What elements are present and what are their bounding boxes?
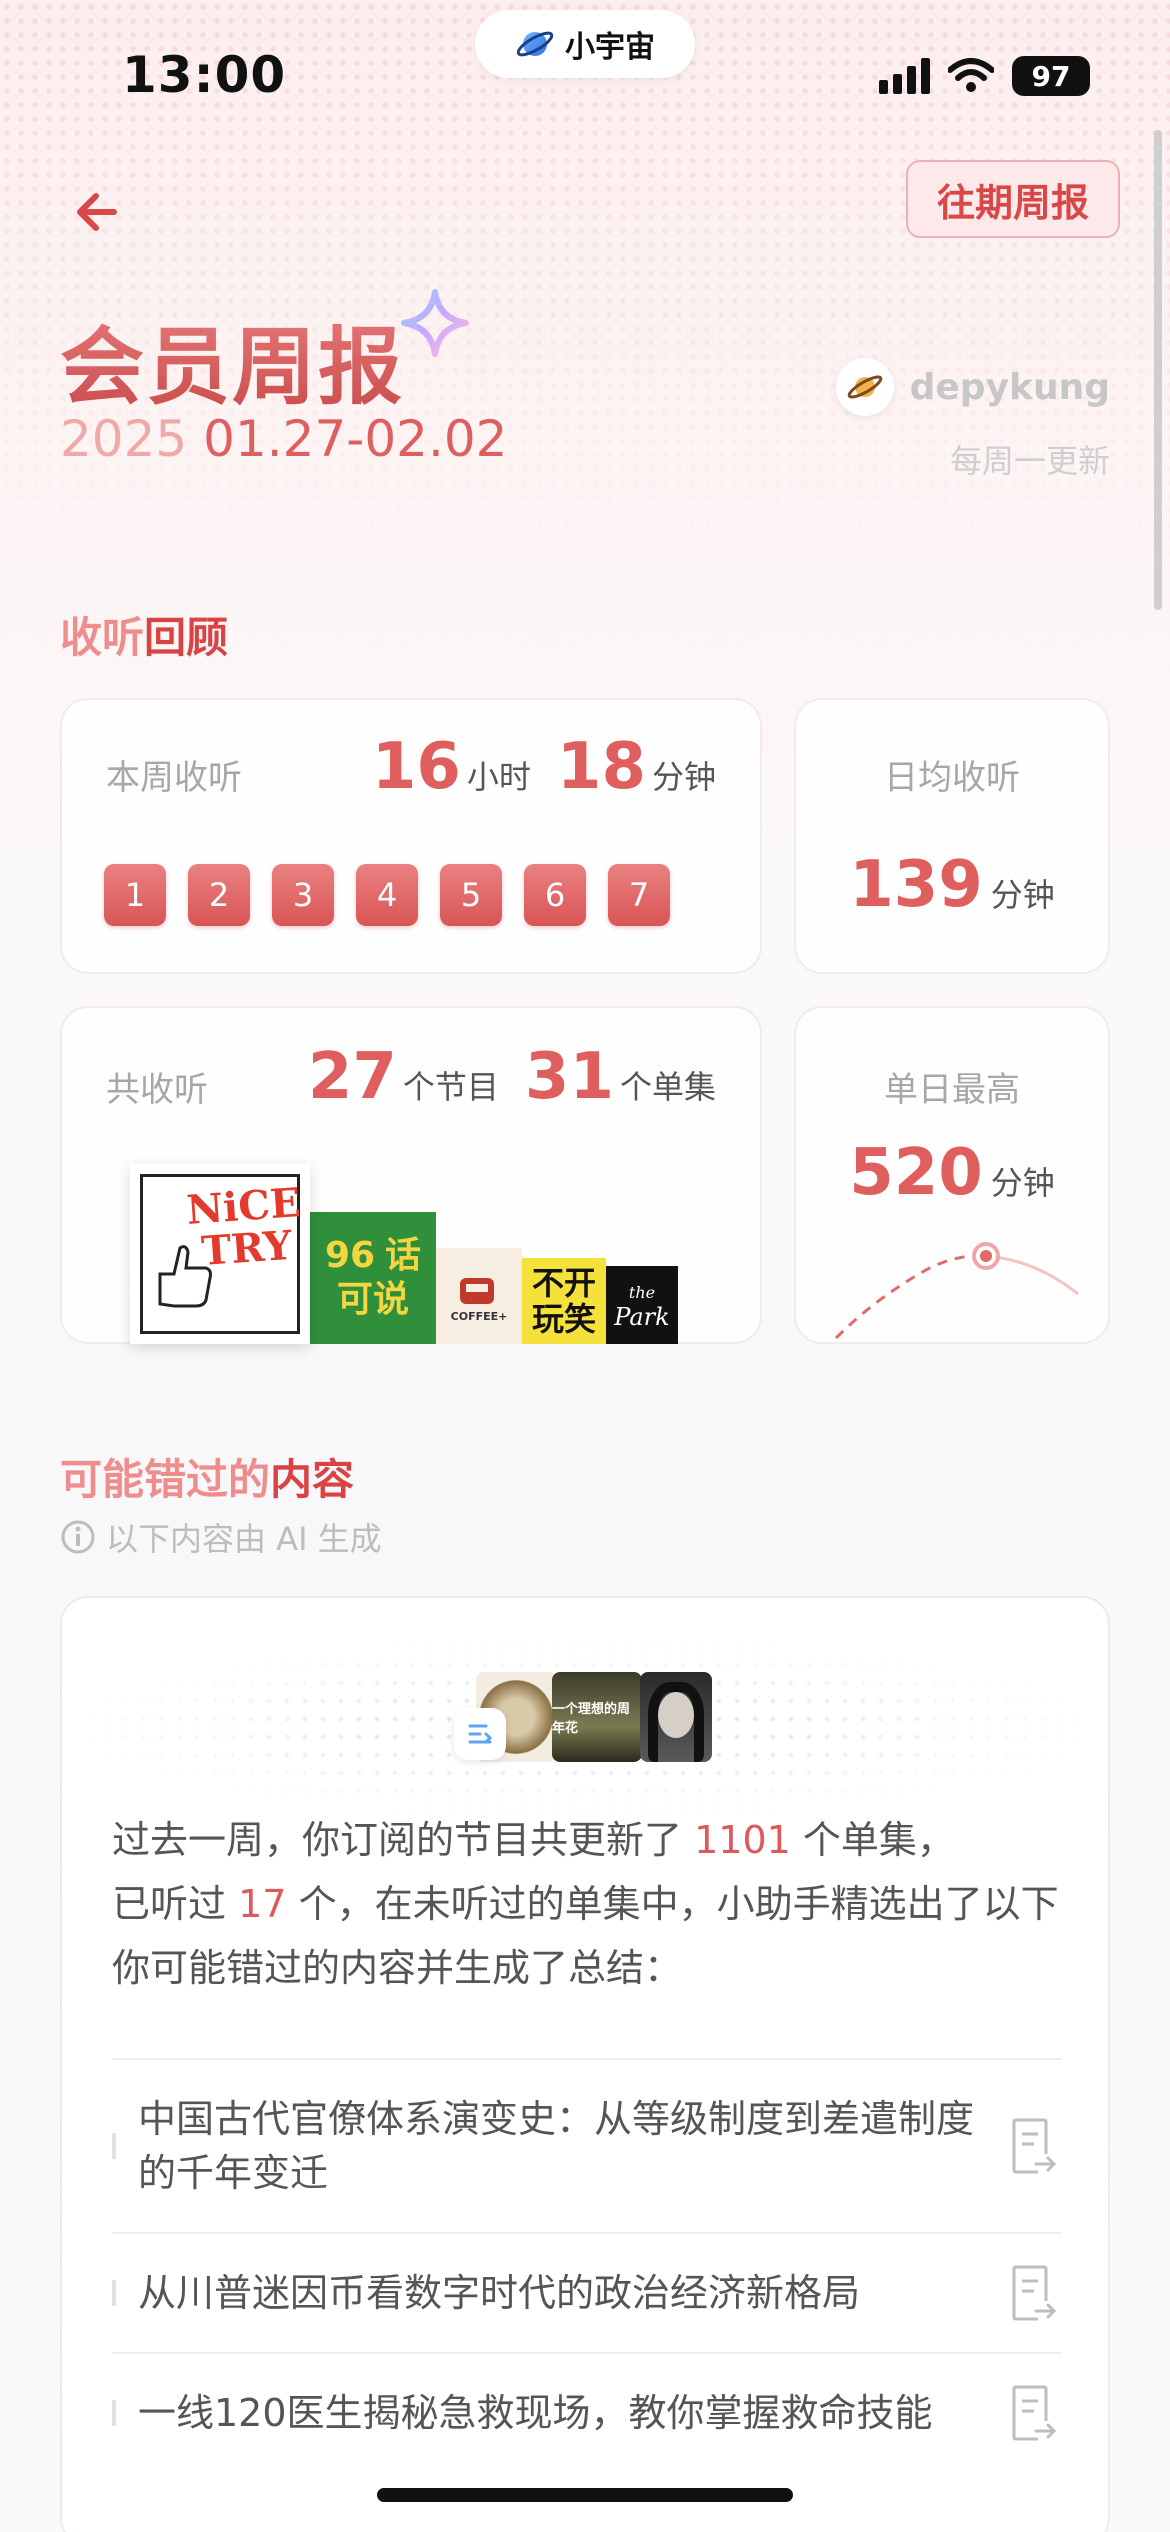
planet-avatar-icon: [847, 375, 882, 399]
cellular-signal-icon: [879, 58, 930, 94]
daily-max-card[interactable]: 单日最高 520 分钟: [794, 1006, 1110, 1344]
home-indicator[interactable]: [377, 2488, 793, 2502]
sparkle-icon: [401, 289, 469, 357]
weekly-minutes: 18: [556, 730, 646, 804]
date-range: 2025 01.27-02.02: [60, 410, 507, 468]
section-title-listen-review: 收听回顾: [60, 613, 229, 662]
list-item[interactable]: 从川普迷因币看数字时代的政治经济新格局: [112, 2232, 1062, 2352]
document-icon[interactable]: [1010, 2383, 1058, 2443]
days-row: 1234567: [104, 864, 670, 926]
mini-app-pill[interactable]: 小宇宙: [475, 10, 695, 78]
total-label: 共收听: [106, 1070, 208, 1110]
day-square: 1: [104, 864, 166, 926]
daily-max-value: 520: [849, 1136, 983, 1210]
weekly-listen-card[interactable]: 本周收听 16 小时 18 分钟 1234567: [60, 698, 762, 974]
day-square: 5: [440, 864, 502, 926]
weekly-total: 16 小时 18 分钟: [371, 730, 716, 804]
mini-app-name: 小宇宙: [565, 30, 655, 65]
hua-ke-shuo-cover[interactable]: 96 话 可说: [310, 1212, 436, 1344]
total-shows: 27: [307, 1040, 397, 1114]
thumbs-up-icon: [158, 1245, 212, 1308]
total-episodes: 31: [524, 1040, 614, 1114]
day-square: 3: [272, 864, 334, 926]
list-item[interactable]: 中国古代官僚体系演变史：从等级制度到差遣制度的千年变迁: [112, 2058, 1062, 2232]
total-counts: 27 个节目 31 个单集: [307, 1040, 716, 1114]
weekly-hours: 16: [371, 730, 461, 804]
date-year: 2025: [60, 410, 188, 468]
heard-count: 17: [238, 1882, 287, 1926]
wifi-icon: [948, 58, 994, 92]
scrollbar[interactable]: [1154, 130, 1162, 610]
section-title-missed: 可能错过的内容: [60, 1455, 355, 1504]
daily-average-value-row: 139 分钟: [849, 848, 1055, 922]
the-park-cover[interactable]: the Park: [606, 1266, 678, 1344]
date-span: 01.27-02.02: [203, 410, 508, 468]
status-icons: 97: [879, 56, 1090, 96]
day-square: 4: [356, 864, 418, 926]
document-icon[interactable]: [1010, 2116, 1058, 2176]
list-icon: [468, 1724, 493, 1744]
bu-kai-wan-xiao-cover[interactable]: 不开 玩笑: [522, 1258, 606, 1344]
page-title: 会员周报: [60, 300, 404, 421]
list-item[interactable]: 一线120医生揭秘急救现场，教你掌握救命技能: [112, 2352, 1062, 2472]
planet-icon: [516, 31, 554, 57]
day-square: 6: [524, 864, 586, 926]
episode-cover-3: [640, 1672, 712, 1762]
avatar: [835, 358, 894, 416]
status-bar: 13:00 小宇宙 97: [0, 0, 1170, 130]
clock: 13:00: [122, 46, 287, 104]
coffee-cup-icon: [460, 1277, 494, 1304]
update-note: 每周一更新: [949, 442, 1110, 480]
nice-try-cover[interactable]: NiCE TRY: [130, 1164, 310, 1344]
daily-average-card[interactable]: 日均收听 139 分钟: [794, 698, 1110, 974]
back-arrow-icon[interactable]: [62, 180, 126, 244]
missed-content-card: 一个理想的周年花 过去一周，你订阅的节目共更新了 1101 个单集， 已听过 1…: [60, 1596, 1110, 2532]
username: depykung: [909, 366, 1110, 408]
daily-max-label: 单日最高: [884, 1070, 1020, 1110]
info-icon: [61, 1520, 95, 1554]
episode-cover-2: 一个理想的周年花: [552, 1672, 642, 1762]
history-reports-button[interactable]: 往期周报: [906, 160, 1120, 238]
daily-max-value-row: 520 分钟: [849, 1136, 1055, 1210]
missed-list: 中国古代官僚体系演变史：从等级制度到差遣制度的千年变迁 从川普迷因币看数字时代的…: [112, 2058, 1062, 2472]
total-listen-card[interactable]: 共收听 27 个节目 31 个单集 NiCE TRY 96 话 可说 COFFEE…: [60, 1006, 762, 1344]
missed-summary: 过去一周，你订阅的节目共更新了 1101 个单集， 已听过 17 个，在未听过的…: [112, 1818, 1059, 1990]
weekly-label: 本周收听: [106, 758, 242, 798]
trend-curve: [834, 1242, 1079, 1340]
user-chip: depykung: [835, 358, 1110, 416]
coffee-cover[interactable]: COFFEE+: [436, 1248, 522, 1344]
updated-count: 1101: [694, 1818, 791, 1862]
battery-indicator: 97: [1012, 56, 1090, 96]
ai-note: 以下内容由 AI 生成: [60, 1514, 382, 1560]
day-square: 7: [608, 864, 670, 926]
day-square: 2: [188, 864, 250, 926]
daily-average-label: 日均收听: [884, 758, 1020, 798]
list-badge: [454, 1708, 506, 1760]
daily-average-value: 139: [849, 848, 983, 922]
document-icon[interactable]: [1010, 2263, 1058, 2323]
